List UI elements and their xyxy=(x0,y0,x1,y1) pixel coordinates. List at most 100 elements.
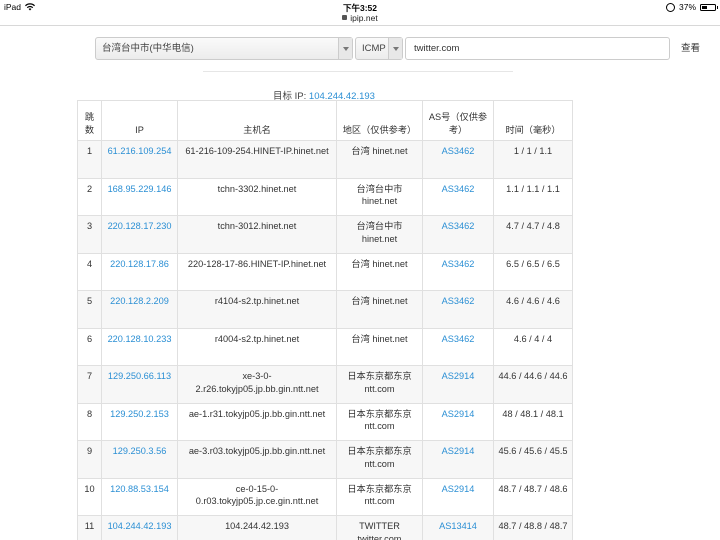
header-region: 地区（仅供参考） xyxy=(336,100,423,141)
as-link[interactable]: AS2914 xyxy=(422,477,494,516)
url-domain: ipip.net xyxy=(350,13,378,23)
time-cell: 45.6 / 45.6 / 45.5 xyxy=(493,440,573,479)
region-cell: 台湾台中市 hinet.net xyxy=(336,177,423,216)
time-cell: 1 / 1 / 1.1 xyxy=(493,140,573,179)
hop-cell: 9 xyxy=(77,440,102,479)
region-cell: 台湾台中市 hinet.net xyxy=(336,215,423,254)
hop-cell: 2 xyxy=(77,177,102,216)
time-cell: 6.5 / 6.5 / 6.5 xyxy=(493,252,573,291)
table-row: 4 220.128.17.86 220-128-17-86.HINET-IP.hin… xyxy=(77,252,573,291)
ip-link[interactable]: 120.88.53.154 xyxy=(101,477,178,516)
ip-link[interactable]: 61.216.109.254 xyxy=(101,140,178,179)
table-row: 5 220.128.2.209 r4104-s2.tp.hinet.net 台湾 hi… xyxy=(77,290,573,329)
status-bar: iPad 下午3:52 37% xyxy=(0,0,720,14)
time-cell: 44.6 / 44.6 / 44.6 xyxy=(493,365,573,404)
hostname-cell: ce-0-15-0-0.r03.tokyjp05.jp.ce.gin.ntt.n… xyxy=(177,477,337,516)
traceroute-table: 跳数 IP 主机名 地区（仅供参考） AS号（仅供参考） 时间（毫秒） 1 61.… xyxy=(77,100,573,540)
hostname-cell: ae-3.r03.tokyjp05.jp.bb.gin.ntt.net xyxy=(177,440,337,479)
target-input-value: twitter.com xyxy=(414,43,460,54)
protocol-select[interactable]: ICMP xyxy=(355,37,403,60)
ip-link[interactable]: 220.128.17.230 xyxy=(101,215,178,254)
region-cell: 日本东京都东京 ntt.com xyxy=(336,402,423,441)
table-row: 3 220.128.17.230 tchn-3012.hinet.net 台湾台中市 … xyxy=(77,215,573,254)
table-row: 8 129.250.2.153 ae-1.r31.tokyjp05.jp.bb.gi… xyxy=(77,402,573,441)
as-link[interactable]: AS3462 xyxy=(422,177,494,216)
table-row: 2 168.95.229.146 tchn-3302.hinet.net 台湾台中市 … xyxy=(77,177,573,216)
region-cell: 台湾 hinet.net xyxy=(336,327,423,366)
region-cell: TWITTER twitter.com xyxy=(336,515,423,540)
ip-link[interactable]: 129.250.66.113 xyxy=(101,365,178,404)
time-cell: 4.6 / 4.6 / 4.6 xyxy=(493,290,573,329)
time-cell: 48 / 48.1 / 48.1 xyxy=(493,402,573,441)
battery-percent: 37% xyxy=(678,2,696,12)
hop-cell: 10 xyxy=(77,477,102,516)
status-right: 37% xyxy=(665,2,718,12)
ip-link[interactable]: 129.250.2.153 xyxy=(101,402,178,441)
region-cell: 日本东京都东京 ntt.com xyxy=(336,477,423,516)
hop-cell: 4 xyxy=(77,252,102,291)
hop-cell: 8 xyxy=(77,402,102,441)
region-cell: 台湾 hinet.net xyxy=(336,290,423,329)
hostname-cell: 104.244.42.193 xyxy=(177,515,337,540)
hostname-cell: 220-128-17-86.HINET-IP.hinet.net xyxy=(177,252,337,291)
location-select[interactable]: 台湾台中市(中华电信) xyxy=(95,37,353,60)
ip-link[interactable]: 168.95.229.146 xyxy=(101,177,178,216)
lock-icon xyxy=(342,15,348,21)
as-link[interactable]: AS3462 xyxy=(422,215,494,254)
hostname-cell: r4104-s2.tp.hinet.net xyxy=(177,290,337,329)
as-link[interactable]: AS3462 xyxy=(422,140,494,179)
table-row: 7 129.250.66.113 xe-3-0-2.r26.tokyjp05.jp.… xyxy=(77,365,573,404)
hostname-cell: tchn-3302.hinet.net xyxy=(177,177,337,216)
rotation-lock-icon xyxy=(665,2,675,12)
as-link[interactable]: AS2914 xyxy=(422,402,494,441)
battery-icon xyxy=(700,3,718,11)
chevron-down-icon xyxy=(338,38,352,59)
as-link[interactable]: AS3462 xyxy=(422,252,494,291)
region-cell: 日本东京都东京 ntt.com xyxy=(336,365,423,404)
header-time: 时间（毫秒） xyxy=(493,100,573,141)
region-cell: 日本东京都东京 ntt.com xyxy=(336,440,423,479)
location-select-value: 台湾台中市(中华电信) xyxy=(102,43,194,54)
chevron-down-icon xyxy=(388,38,402,59)
hop-cell: 11 xyxy=(77,515,102,540)
as-link[interactable]: AS3462 xyxy=(422,327,494,366)
protocol-select-value: ICMP xyxy=(362,43,386,54)
hop-cell: 1 xyxy=(77,140,102,179)
ip-link[interactable]: 220.128.2.209 xyxy=(101,290,178,329)
table-row: 9 129.250.3.56 ae-3.r03.tokyjp05.jp.bb.gin… xyxy=(77,440,573,479)
as-link[interactable]: AS13414 xyxy=(422,515,494,540)
ip-link[interactable]: 129.250.3.56 xyxy=(101,440,178,479)
region-cell: 台湾 hinet.net xyxy=(336,140,423,179)
target-input[interactable]: twitter.com xyxy=(405,37,670,60)
region-cell: 台湾 hinet.net xyxy=(336,252,423,291)
query-button[interactable]: 查看 xyxy=(681,37,700,60)
header-hop: 跳数 xyxy=(77,100,102,141)
table-row: 1 61.216.109.254 61-216-109-254.HINET-IP.h… xyxy=(77,140,573,179)
hostname-cell: tchn-3012.hinet.net xyxy=(177,215,337,254)
hop-cell: 7 xyxy=(77,365,102,404)
ip-link[interactable]: 220.128.17.86 xyxy=(101,252,178,291)
header-ip: IP xyxy=(101,100,178,141)
as-link[interactable]: AS3462 xyxy=(422,290,494,329)
time-cell: 1.1 / 1.1 / 1.1 xyxy=(493,177,573,216)
hop-cell: 6 xyxy=(77,327,102,366)
time-cell: 4.7 / 4.7 / 4.8 xyxy=(493,215,573,254)
hostname-cell: 61-216-109-254.HINET-IP.hinet.net xyxy=(177,140,337,179)
table-header-row: 跳数 IP 主机名 地区（仅供参考） AS号（仅供参考） 时间（毫秒） xyxy=(77,100,573,141)
as-link[interactable]: AS2914 xyxy=(422,440,494,479)
as-link[interactable]: AS2914 xyxy=(422,365,494,404)
hostname-cell: xe-3-0-2.r26.tokyjp05.jp.bb.gin.ntt.net xyxy=(177,365,337,404)
table-row: 6 220.128.10.233 r4004-s2.tp.hinet.net 台湾 h… xyxy=(77,327,573,366)
table-row: 11 104.244.42.193 104.244.42.193 TWITTER tw… xyxy=(77,515,573,540)
ip-link[interactable]: 220.128.10.233 xyxy=(101,327,178,366)
time-cell: 4.6 / 4 / 4 xyxy=(493,327,573,366)
header-hostname: 主机名 xyxy=(177,100,337,141)
divider xyxy=(203,71,513,72)
hostname-cell: r4004-s2.tp.hinet.net xyxy=(177,327,337,366)
hop-cell: 5 xyxy=(77,290,102,329)
url-bar[interactable]: ipip.net xyxy=(0,13,720,26)
time-cell: 48.7 / 48.8 / 48.7 xyxy=(493,515,573,540)
ip-link[interactable]: 104.244.42.193 xyxy=(101,515,178,540)
battery-fill xyxy=(702,5,707,9)
table-row: 10 120.88.53.154 ce-0-15-0-0.r03.tokyjp05.… xyxy=(77,477,573,516)
